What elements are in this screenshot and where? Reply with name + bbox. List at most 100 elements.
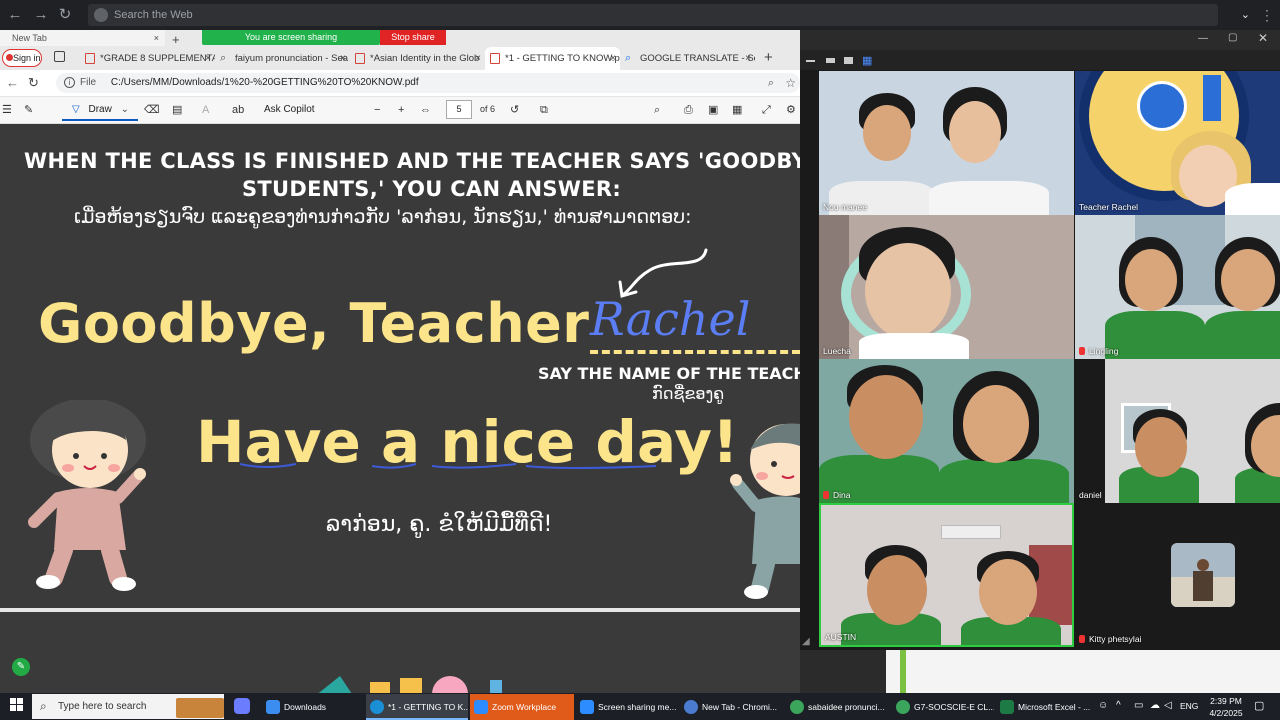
taskbar-chromium[interactable]: New Tab - Chromi... xyxy=(680,694,782,720)
read-aloud-icon[interactable]: ab xyxy=(232,103,244,117)
wifi-icon[interactable]: ☁ xyxy=(1150,700,1160,711)
people-icon[interactable]: ☺ xyxy=(1098,700,1108,711)
language-indicator[interactable]: ENG xyxy=(1180,701,1198,711)
network-icon[interactable]: ▭ xyxy=(1134,700,1143,711)
print-icon[interactable]: ⎙ xyxy=(684,103,693,117)
taskbar-excel[interactable]: Microsoft Excel - ... xyxy=(996,694,1092,720)
back-icon[interactable]: ← xyxy=(6,75,19,90)
minimize-icon[interactable]: — xyxy=(1198,33,1208,44)
participant-tile-daniel[interactable]: daniel xyxy=(1075,359,1280,503)
zoom-icon[interactable]: ⌕ xyxy=(768,73,774,93)
sign-in-button[interactable]: Sign in xyxy=(2,49,42,67)
tab-actions-icon[interactable] xyxy=(54,51,65,62)
collapse-icon[interactable] xyxy=(826,58,835,63)
reload-icon[interactable]: ↻ xyxy=(56,6,74,24)
gear-icon[interactable]: ⚙ xyxy=(786,103,796,117)
close-icon[interactable]: × xyxy=(475,47,481,70)
copilot-icon[interactable] xyxy=(234,698,250,714)
menu-icon[interactable]: ⋮ xyxy=(1260,6,1274,24)
fullscreen-icon[interactable]: ⤢ xyxy=(762,103,771,117)
arrow-doodle xyxy=(618,248,708,298)
new-tab-icon[interactable]: + xyxy=(764,49,773,66)
eraser-icon[interactable]: ⌫ xyxy=(144,103,160,117)
screen-sharing-label: You are screen sharing xyxy=(244,32,338,42)
taskbar-downloads[interactable]: Downloads xyxy=(262,694,362,720)
tab-asian-identity[interactable]: *Asian Identity in the Glob × xyxy=(350,47,485,70)
save-icon[interactable]: ▣ xyxy=(708,103,718,117)
participant-tile-austin[interactable]: AUSTIN xyxy=(819,503,1074,647)
stop-share-button[interactable]: Stop share xyxy=(380,30,446,45)
close-icon[interactable]: × xyxy=(610,47,616,70)
participant-tile-nou-manee[interactable]: Nou manee xyxy=(819,71,1074,215)
muted-mic-icon xyxy=(1079,635,1085,643)
tab-google-translate[interactable]: ⌕ GOOGLE TRANSLATE - Sea × xyxy=(620,47,755,70)
add-text-icon[interactable]: A xyxy=(202,103,209,117)
draw-button[interactable]: ▽ Draw ⌄ xyxy=(62,99,138,121)
taskbar-clock[interactable]: 2:39 PM 4/2/2025 xyxy=(1204,695,1248,719)
tab-grade8[interactable]: *GRADE 8 SUPPLEMENTAR × xyxy=(80,47,215,70)
url-field[interactable]: i File C:/Users/MM/Downloads/1%20-%20GET… xyxy=(56,73,800,93)
close-icon[interactable]: ✕ xyxy=(1258,31,1268,45)
search-icon[interactable]: ⌕ xyxy=(654,103,660,117)
forward-icon[interactable]: → xyxy=(32,6,50,24)
new-tab-icon[interactable]: + xyxy=(172,32,180,47)
rotate-icon[interactable]: ↺ xyxy=(510,103,519,117)
close-icon[interactable]: × xyxy=(745,47,751,70)
participant-tile-luecha[interactable]: Luecha xyxy=(819,215,1074,359)
save-as-icon[interactable]: ▦ xyxy=(732,103,742,117)
participant-tile-dina[interactable]: Dina xyxy=(819,359,1074,503)
highlight-icon[interactable]: ✎ xyxy=(24,103,33,117)
taskbar-sabaidee[interactable]: sabaidee pronunci... xyxy=(786,694,888,720)
page-number-input[interactable]: 5 xyxy=(446,100,472,119)
gallery-view-icon[interactable]: ▦ xyxy=(862,54,872,67)
participant-tile-kitty[interactable]: Kitty phetsylai xyxy=(1075,503,1280,647)
background-window xyxy=(886,650,1280,693)
back-icon[interactable]: ← xyxy=(6,6,24,24)
taskbar-item-label: Screen sharing me... xyxy=(598,702,677,712)
outer-search-input[interactable]: Search the Web xyxy=(88,4,1218,26)
close-icon[interactable]: × xyxy=(340,47,346,70)
zoom-icon xyxy=(474,700,488,714)
taskbar-zoom-workplace[interactable]: Zoom Workplace xyxy=(470,694,574,720)
notification-icon[interactable]: ▢ xyxy=(1254,699,1264,712)
taskbar-g7-socscie[interactable]: G7-SOCSCIE-E CL... xyxy=(892,694,994,720)
close-icon[interactable]: × xyxy=(154,30,159,46)
volume-icon[interactable]: ◁ xyxy=(1164,700,1172,711)
participant-tile-lingling[interactable]: Lingling xyxy=(1075,215,1280,359)
sign-in-label: Sign in xyxy=(13,53,41,63)
speaker-view-icon[interactable] xyxy=(844,57,853,64)
chevron-up-icon[interactable]: ^ xyxy=(1116,700,1121,711)
taskbar-search-placeholder: Type here to search xyxy=(58,701,147,712)
taskbar-edge-pdf[interactable]: *1 - GETTING TO K... xyxy=(366,694,468,720)
tab-faiyum[interactable]: ⌕ faiyum pronunciation - Sea × xyxy=(215,47,350,70)
globe-icon xyxy=(94,8,108,22)
taskbar-screen-sharing[interactable]: Screen sharing me... xyxy=(576,694,678,720)
annotation-pen-icon[interactable]: ✎ xyxy=(12,658,30,676)
participant-name: AUSTIN xyxy=(825,632,857,642)
text-box-icon[interactable]: ▤ xyxy=(172,103,182,117)
handwritten-underline xyxy=(239,463,657,469)
reload-icon[interactable]: ↻ xyxy=(28,75,39,91)
zoom-out-icon[interactable]: − xyxy=(374,103,380,117)
chrome-icon xyxy=(790,700,804,714)
list-icon[interactable]: ☰ xyxy=(2,103,12,117)
maximize-icon[interactable]: ▢ xyxy=(1228,32,1237,43)
draw-label: Draw xyxy=(88,104,112,115)
resize-handle-icon[interactable]: ◢ xyxy=(802,636,810,647)
star-icon[interactable]: ☆ xyxy=(785,73,796,93)
taskbar-item-label: Zoom Workplace xyxy=(492,702,557,712)
windows-start-icon[interactable] xyxy=(10,698,24,712)
close-icon[interactable]: × xyxy=(205,47,211,70)
minimize-icon[interactable] xyxy=(806,60,815,62)
screen-sharing-banner[interactable]: You are screen sharing xyxy=(202,30,380,45)
previous-tab[interactable]: New Tab × xyxy=(0,30,165,46)
ask-copilot-button[interactable]: Ask Copilot xyxy=(264,104,315,115)
fit-page-icon[interactable]: ⇔ xyxy=(420,103,431,117)
zoom-in-icon[interactable]: + xyxy=(398,103,404,117)
chevron-down-icon[interactable]: ⌄ xyxy=(1241,6,1250,24)
page-view-icon[interactable]: ⧉ xyxy=(540,103,548,117)
page-total: of 6 xyxy=(480,104,496,114)
participant-tile-teacher-rachel[interactable]: Teacher Rachel xyxy=(1075,71,1280,215)
slide-lao-heading: ເມື່ອຫ້ອງຮຽນຈົບ ແລະຄູຂອງທ່ານກ່າວກັບ 'ລາກ… xyxy=(74,206,692,228)
tab-getting-to-know[interactable]: *1 - GETTING TO KNOW.pdf × xyxy=(485,47,620,70)
